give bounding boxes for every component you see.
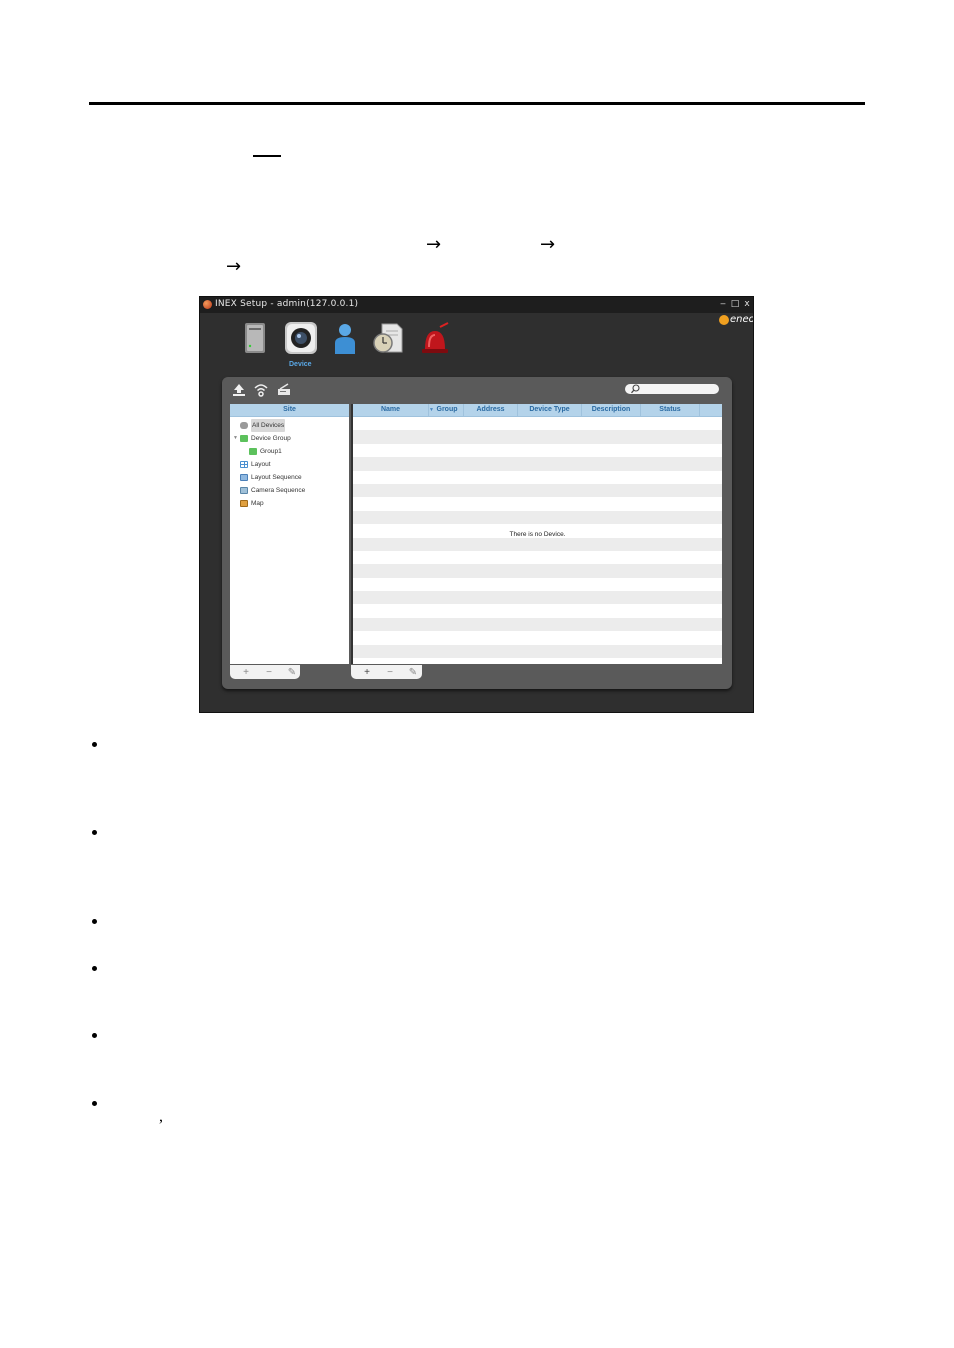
- path-arrow: →: [226, 256, 242, 277]
- wireless-icon[interactable]: [254, 383, 268, 397]
- device-tab-label: Device: [289, 361, 312, 368]
- table-row: [353, 510, 722, 525]
- empty-message: There is no Device.: [509, 531, 566, 538]
- device-button-bar: + − ✎: [351, 665, 422, 679]
- layout-icon: [240, 461, 248, 468]
- table-row: [353, 471, 722, 484]
- schedule-icon[interactable]: [371, 321, 405, 355]
- tree-item-all-devices[interactable]: All Devices: [240, 419, 349, 432]
- bullet: [92, 830, 97, 835]
- table-row: [353, 551, 722, 564]
- tree-item-label: Group1: [260, 448, 282, 455]
- logo-text: eneo: [730, 314, 754, 325]
- tree-item-layout[interactable]: Layout: [240, 458, 349, 471]
- table-row: [353, 604, 722, 617]
- path-arrow: →: [540, 234, 556, 255]
- table-row: [353, 457, 722, 471]
- table-row: [353, 444, 722, 457]
- tree-item-label: Camera Sequence: [251, 487, 306, 494]
- minimize-button[interactable]: ‒: [718, 299, 728, 310]
- site-tree-pane: Site All Devices ▼ Device Group Group1 L…: [230, 404, 349, 664]
- table-row: [353, 617, 722, 632]
- upload-icon[interactable]: [232, 383, 246, 397]
- logo-mark-icon: [719, 315, 729, 325]
- top-rule: [89, 102, 865, 105]
- table-row: [353, 631, 722, 644]
- server-icon[interactable]: [238, 321, 272, 355]
- device-group-icon: [240, 435, 248, 442]
- device-table-header: Name ▼ Group Address Device Type Descrip…: [353, 404, 722, 417]
- add-site-button[interactable]: +: [239, 667, 253, 678]
- remove-site-button[interactable]: −: [262, 667, 276, 678]
- app-icon: [203, 300, 212, 309]
- bullet: [92, 1033, 97, 1038]
- table-row: [353, 564, 722, 578]
- tree-item-group1[interactable]: Group1: [249, 445, 349, 458]
- column-header-description[interactable]: Description: [582, 404, 641, 416]
- close-button[interactable]: x: [742, 299, 752, 310]
- table-row: [353, 417, 722, 430]
- column-header-address[interactable]: Address: [464, 404, 518, 416]
- bullet: [92, 966, 97, 971]
- inex-setup-window: INEX Setup - admin(127.0.0.1) ‒ □ x eneo…: [199, 296, 754, 713]
- tree-item-label: Map: [251, 500, 264, 507]
- comma-mark: ,: [159, 1108, 163, 1125]
- scanner-icon[interactable]: [277, 383, 291, 397]
- table-row: [353, 483, 722, 498]
- tree-item-label: Layout: [251, 461, 271, 468]
- table-row: [353, 430, 722, 444]
- edit-device-button[interactable]: ✎: [406, 667, 420, 678]
- bullet: [92, 919, 97, 924]
- table-row: [353, 497, 722, 510]
- add-device-button[interactable]: +: [360, 667, 374, 678]
- site-button-bar: + − ✎: [230, 665, 300, 679]
- table-row: [353, 644, 722, 659]
- eneo-logo: eneo: [719, 314, 753, 328]
- column-header-group[interactable]: Group: [431, 404, 464, 416]
- heading-dash: [253, 155, 281, 157]
- device-list-pane: Name ▼ Group Address Device Type Descrip…: [351, 404, 722, 664]
- bullet: [92, 742, 97, 747]
- site-header[interactable]: Site: [230, 404, 349, 417]
- table-row: [353, 537, 722, 551]
- column-header-name[interactable]: Name: [353, 404, 429, 416]
- site-tree: All Devices ▼ Device Group Group1 Layout: [230, 417, 349, 510]
- camera-sequence-icon: [240, 487, 248, 494]
- window-title: INEX Setup - admin(127.0.0.1): [215, 299, 359, 309]
- tree-item-label: Layout Sequence: [251, 474, 302, 481]
- tree-item-label: All Devices: [251, 419, 286, 432]
- group-icon: [249, 448, 257, 455]
- search-icon: [630, 384, 640, 397]
- bullet: [92, 1101, 97, 1106]
- tree-item-map[interactable]: Map: [240, 497, 349, 510]
- all-devices-icon: [240, 422, 248, 429]
- remove-device-button[interactable]: −: [383, 667, 397, 678]
- maximize-button[interactable]: □: [730, 299, 740, 310]
- title-bar: INEX Setup - admin(127.0.0.1) ‒ □ x: [200, 297, 753, 313]
- table-row: [353, 591, 722, 605]
- path-arrow: →: [426, 234, 442, 255]
- tree-item-device-group[interactable]: ▼ Device Group: [233, 432, 349, 445]
- search-input[interactable]: [625, 384, 719, 394]
- edit-site-button[interactable]: ✎: [285, 667, 299, 678]
- device-panel: Site All Devices ▼ Device Group Group1 L…: [222, 377, 732, 689]
- expand-arrow-icon[interactable]: ▼: [233, 432, 240, 445]
- camera-icon[interactable]: [284, 321, 318, 355]
- alarm-icon[interactable]: [418, 321, 452, 355]
- layout-sequence-icon: [240, 474, 248, 481]
- user-icon[interactable]: [328, 321, 362, 355]
- table-row: [353, 578, 722, 591]
- tree-item-camera-sequence[interactable]: Camera Sequence: [240, 484, 349, 497]
- tree-item-layout-sequence[interactable]: Layout Sequence: [240, 471, 349, 484]
- column-header-device-type[interactable]: Device Type: [518, 404, 582, 416]
- column-header-status[interactable]: Status: [641, 404, 700, 416]
- map-icon: [240, 500, 248, 507]
- tree-item-label: Device Group: [251, 435, 291, 442]
